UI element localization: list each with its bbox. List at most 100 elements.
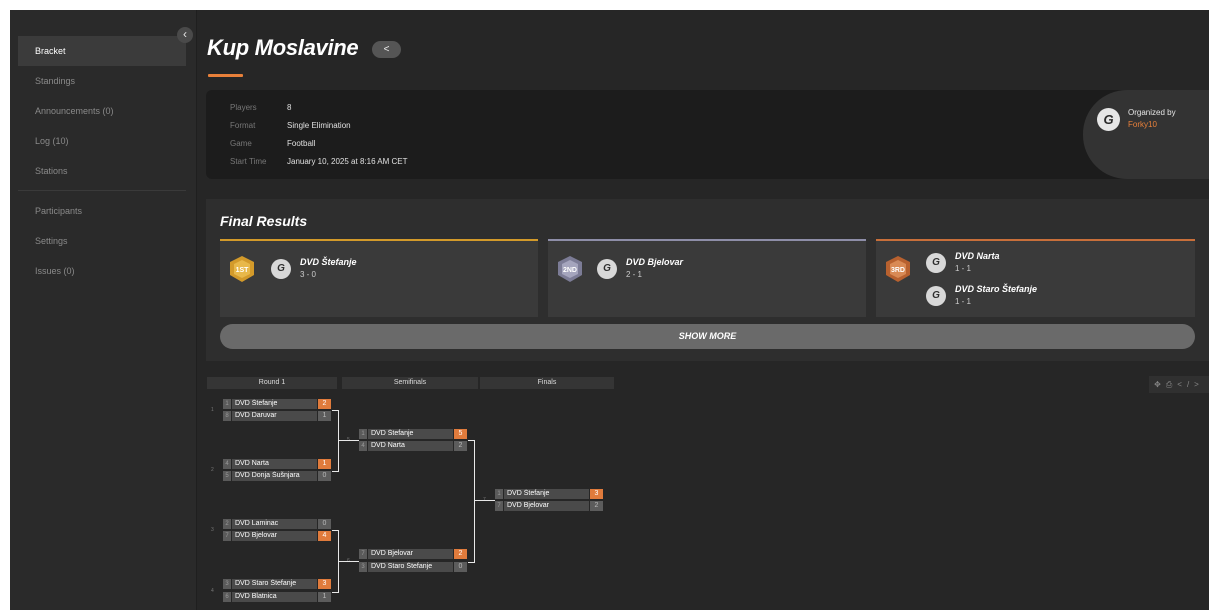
bracket-connector	[332, 410, 339, 472]
second-place-score: 2 - 1	[626, 270, 643, 279]
team-name: DVD Bjelovar	[368, 549, 453, 559]
match-row[interactable]: 4 DVD Narta 1	[223, 459, 335, 469]
sidebar-item-standings[interactable]: Standings	[18, 66, 186, 96]
sidebar: Bracket Standings Announcements (0) Log …	[10, 10, 197, 610]
match-row[interactable]: 4 DVD Narta 2	[359, 441, 471, 451]
match-number: 2	[211, 467, 214, 473]
format-label: Format	[230, 121, 256, 130]
organizer-card[interactable]: G Organized by Forky10	[1083, 90, 1209, 179]
match-number: 1	[211, 407, 214, 413]
match-row[interactable]: 7 DVD Bjelovar 2	[495, 501, 607, 511]
seed: 5	[223, 471, 231, 481]
match-row[interactable]: 3 DVD Staro Štefanje 3	[223, 579, 335, 589]
bracket-connector	[468, 440, 475, 563]
seed: 1	[495, 489, 503, 499]
seed: 4	[359, 441, 367, 451]
score: 1	[318, 592, 331, 602]
third-place-team-2: DVD Staro Štefanje	[955, 284, 1038, 294]
match-number: 4	[211, 588, 214, 594]
score: 2	[590, 501, 603, 511]
team-name: DVD Narta	[368, 441, 453, 451]
third-place-score-2: 1 - 1	[955, 297, 972, 306]
match-row[interactable]: 8 DVD Daruvar 1	[223, 411, 335, 421]
share-button[interactable]: <	[372, 41, 401, 58]
score: 3	[590, 489, 603, 499]
third-place-team-1: DVD Narta	[955, 251, 1000, 261]
move-icon[interactable]: ✥	[1154, 380, 1166, 389]
chevron-left-icon[interactable]: ‹	[177, 27, 193, 43]
match-row[interactable]: 1 DVD Štefanje 3	[495, 489, 607, 499]
seed: 1	[223, 399, 231, 409]
first-place-card: 1ST G DVD Štefanje 3 - 0	[220, 239, 538, 317]
sidebar-item-announcements[interactable]: Announcements (0)	[18, 96, 186, 126]
sidebar-divider	[18, 190, 186, 191]
score: 0	[318, 519, 331, 529]
round-header-round-1: Round 1	[207, 377, 337, 389]
team-name: DVD Daruvar	[232, 411, 317, 421]
game-value: Football	[287, 139, 316, 148]
match-row[interactable]: 2 DVD Laminac 0	[223, 519, 335, 529]
organized-by-label: Organized by	[1128, 108, 1176, 117]
sidebar-item-stations[interactable]: Stations	[18, 156, 186, 186]
seed: 3	[359, 562, 367, 572]
seed: 1	[359, 429, 367, 439]
page-title: Kup Moslavine	[207, 35, 359, 60]
team-name: DVD Donja Šušnjara	[232, 471, 317, 481]
third-place-score-1: 1 - 1	[955, 264, 972, 273]
players-label: Players	[230, 103, 257, 112]
team-name: DVD Laminac	[232, 519, 317, 529]
third-place-badge-icon: 3RD	[886, 256, 910, 282]
print-icon[interactable]: ⎙	[1166, 380, 1177, 389]
final-results-panel: Final Results 1ST G DVD Štefanje 3 - 0 2…	[206, 199, 1209, 361]
match-row[interactable]: 1 DVD Štefanje 5	[359, 429, 471, 439]
seed: 8	[223, 411, 231, 421]
players-value: 8	[287, 103, 292, 112]
team-name: DVD Bjelovar	[504, 501, 589, 511]
game-label: Game	[230, 139, 252, 148]
sidebar-item-log[interactable]: Log (10)	[18, 126, 186, 156]
seed: 6	[223, 592, 231, 602]
first-place-badge-icon: 1ST	[230, 256, 254, 282]
match-row[interactable]: 7 DVD Bjelovar 2	[359, 549, 471, 559]
tournament-info: Players 8 Format Single Elimination Game Fo…	[206, 90, 1209, 179]
score: 2	[318, 399, 331, 409]
score: 3	[318, 579, 331, 589]
sidebar-item-settings[interactable]: Settings	[18, 226, 186, 256]
team-name: DVD Staro Štefanje	[368, 562, 453, 572]
team-logo-icon: G	[926, 253, 946, 273]
team-name: DVD Blatnica	[232, 592, 317, 602]
score: 5	[454, 429, 467, 439]
sidebar-item-participants[interactable]: Participants	[18, 196, 186, 226]
seed: 3	[223, 579, 231, 589]
bracket-connector	[474, 500, 495, 501]
team-name: DVD Bjelovar	[232, 531, 317, 541]
third-place-card: 3RD G DVD Narta 1 - 1 G DVD Staro Štefan…	[876, 239, 1195, 317]
avatar: G	[1097, 108, 1120, 131]
sidebar-item-issues[interactable]: Issues (0)	[18, 256, 186, 286]
score: 2	[454, 549, 467, 559]
embed-icon[interactable]: </>	[1177, 380, 1204, 389]
svg-text:1ST: 1ST	[236, 267, 250, 274]
app-window: Bracket Standings Announcements (0) Log …	[10, 10, 1209, 610]
seed: 4	[223, 459, 231, 469]
team-name: DVD Štefanje	[504, 489, 589, 499]
sidebar-item-bracket[interactable]: Bracket	[18, 36, 186, 66]
show-more-button[interactable]: SHOW MORE	[220, 324, 1195, 349]
share-icon: <	[383, 44, 390, 55]
score: 1	[318, 411, 331, 421]
score: 1	[318, 459, 331, 469]
second-place-team: DVD Bjelovar	[626, 257, 684, 267]
match-row[interactable]: 6 DVD Blatnica 1	[223, 592, 335, 602]
title-underline	[208, 74, 243, 77]
match-number: 3	[211, 527, 214, 533]
organizer-name-link[interactable]: Forky10	[1128, 120, 1157, 129]
match-row[interactable]: 3 DVD Staro Štefanje 0	[359, 562, 471, 572]
match-row[interactable]: 1 DVD Štefanje 2	[223, 399, 335, 409]
score: 0	[318, 471, 331, 481]
bracket-connector	[338, 440, 359, 441]
match-row[interactable]: 7 DVD Bjelovar 4	[223, 531, 335, 541]
seed: 7	[359, 549, 367, 559]
team-logo-icon: G	[271, 259, 291, 279]
round-header-finals: Finals	[480, 377, 614, 389]
match-row[interactable]: 5 DVD Donja Šušnjara 0	[223, 471, 335, 481]
